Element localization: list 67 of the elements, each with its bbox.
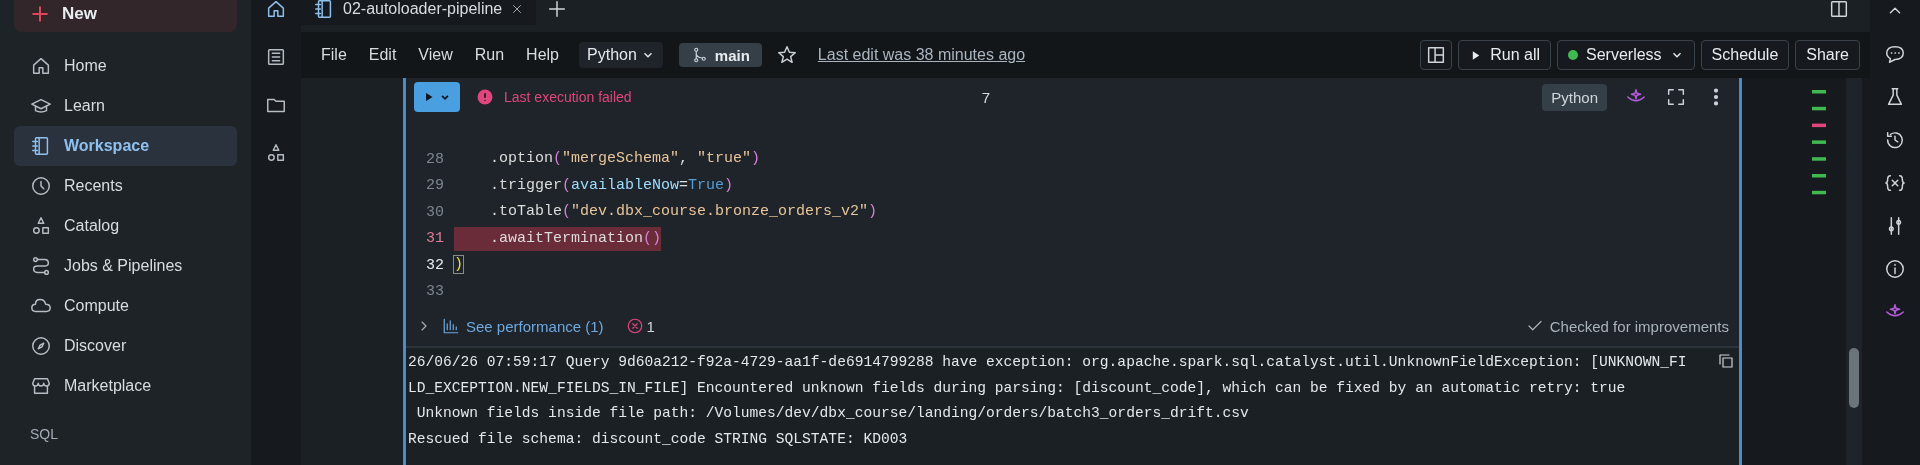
menu-item[interactable]: Run (466, 46, 513, 64)
sidebar-item[interactable]: Workspace (14, 126, 237, 166)
shapes-icon[interactable] (265, 142, 287, 164)
house-icon (30, 55, 52, 77)
branch-button[interactable]: main (678, 43, 762, 67)
code-line: .trigger(availableNow=True) (489, 175, 734, 196)
line-number: 32 (425, 256, 444, 274)
compute-dropdown[interactable]: Serverless (1557, 40, 1695, 70)
menu-item[interactable]: File (313, 46, 355, 64)
line-number: 33 (425, 283, 444, 301)
output-line: Unknown fields inside file path: /Volumes/dev/dbx_course/landing/orders/batch3_orders_drift.csv (415, 404, 1249, 423)
sidebar-item[interactable]: Recents (14, 166, 237, 206)
sidebar-item[interactable]: Learn (14, 86, 237, 126)
code-line: .option("mergeSchema", "true") (489, 149, 761, 170)
output-line: LD_EXCEPTION.NEW_FIELDS_IN_FILE] Encountered unknown fields during parsing: [discount_code], which can be fixed by an automatic retry: true (408, 378, 1626, 398)
scrollbar[interactable] (1846, 78, 1862, 465)
sidebar-item[interactable]: Marketplace (14, 366, 237, 406)
star-icon[interactable] (775, 44, 798, 66)
output-line: Rescued file schema: discount_code STRING SQLSTATE: KD003 (408, 429, 908, 449)
copy-icon[interactable] (1717, 352, 1735, 370)
share-button[interactable]: Share (1795, 40, 1860, 70)
notebook-tab[interactable]: 02-autoloader-pipeline (301, 0, 537, 25)
compass-icon (30, 335, 52, 357)
language-dropdown[interactable]: Python (579, 42, 663, 68)
sidebar-item[interactable]: Catalog (14, 206, 237, 246)
layout-button[interactable] (1420, 40, 1453, 70)
plus-icon (30, 4, 50, 24)
menu-item[interactable]: Edit (360, 46, 405, 64)
sidebar-item[interactable]: Compute (14, 286, 237, 326)
menu-item[interactable]: Help (518, 46, 567, 64)
run-all-button[interactable]: Run all (1458, 40, 1551, 70)
improvements-status: Checked for improvements (1525, 317, 1729, 335)
error-count[interactable]: 1 (625, 317, 655, 335)
workflow-icon (30, 255, 52, 277)
line-number: 29 (425, 177, 444, 195)
menu-item[interactable]: View (410, 46, 461, 64)
sidebar-item[interactable]: Discover (14, 326, 237, 366)
bar-chart-icon (442, 317, 460, 335)
comment-icon[interactable] (1884, 43, 1906, 65)
code-line: ) (454, 255, 463, 276)
run-cell-button[interactable] (414, 82, 460, 112)
clock-icon (30, 175, 52, 197)
cell-count: 7 (981, 88, 990, 106)
line-number: 28 (425, 150, 444, 168)
performance-link[interactable]: See performance (1) (442, 317, 604, 335)
error-circle-icon (625, 317, 644, 335)
last-edit-link[interactable]: Last edit was 38 minutes ago (817, 46, 1026, 64)
sidebar-item[interactable]: Jobs & Pipelines (14, 246, 237, 286)
fullscreen-icon[interactable] (1665, 86, 1687, 108)
house-icon[interactable] (265, 0, 287, 20)
output-line: 26/06/26 07:59:17 Query 9d60a212-f92a-4729-aa1f-de6914799288 have exception: org.apache.spark.sql.catalyst.util.UnknownFieldException: [UNKNOWN_FI (408, 353, 1687, 372)
schedule-button[interactable]: Schedule (1700, 40, 1790, 70)
new-button[interactable]: New (14, 0, 237, 32)
split-panel-icon[interactable] (1828, 0, 1850, 20)
storefront-icon (30, 375, 52, 397)
variables-icon[interactable] (1884, 172, 1906, 194)
execution-status: Last execution failed (504, 89, 632, 105)
line-number: 31 (425, 230, 444, 248)
sidebar-item[interactable]: Home (14, 46, 237, 86)
list-icon[interactable] (265, 46, 287, 68)
line-number: 30 (425, 203, 444, 221)
code-line: .toTable("dev.dbx_course.bronze_orders_v2") (489, 202, 878, 223)
info-icon[interactable] (1884, 258, 1906, 280)
section-heading: SQL (29, 426, 59, 442)
history-icon[interactable] (1884, 129, 1906, 151)
language-badge[interactable]: Python (1542, 83, 1607, 111)
shapes-icon (30, 215, 52, 237)
